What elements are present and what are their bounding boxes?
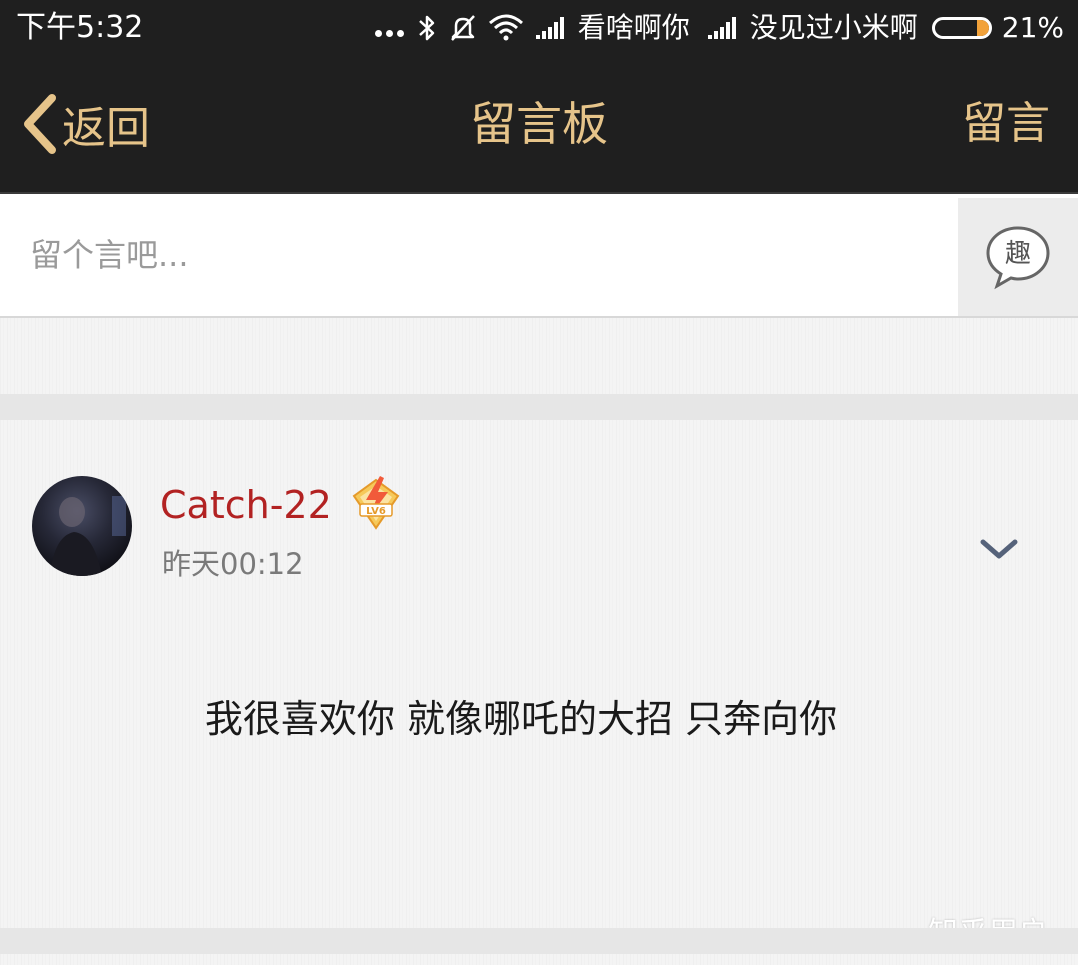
signal-icon — [707, 17, 736, 39]
screen: 下午5:32 看啥啊你 没见过小米啊 21% 返回 留言板 留言 留个言吧...… — [0, 0, 1078, 965]
avatar[interactable] — [32, 476, 132, 576]
mute-bell-icon — [450, 15, 475, 41]
page-title: 留言板 — [470, 97, 608, 151]
fun-sticker-button[interactable]: 趣 — [958, 198, 1078, 316]
expand-button[interactable] — [974, 530, 1024, 570]
level-badge-icon: LV6 — [346, 474, 406, 534]
wifi-icon — [488, 14, 523, 41]
username[interactable]: Catch-22 — [160, 480, 332, 530]
composer-row: 趣 — [0, 194, 1078, 318]
level-badge-text: LV6 — [366, 506, 386, 517]
carrier-1-label: 看啥啊你 — [577, 11, 690, 44]
signal-icon — [535, 17, 564, 39]
divider — [0, 394, 1078, 420]
avatar-image — [32, 476, 132, 576]
post-message-button[interactable]: 留言 — [962, 88, 1050, 160]
battery-icon — [931, 17, 992, 39]
status-time: 下午5:32 — [16, 10, 144, 45]
message-card: Catch-22 LV6 昨天00:12 我很喜欢你 就像哪吒的大招 只奔向你 … — [0, 420, 1078, 951]
carrier-2-label: 没见过小米啊 — [749, 11, 918, 44]
message-text: 我很喜欢你 就像哪吒的大招 只奔向你 — [204, 697, 838, 741]
divider — [0, 928, 1078, 954]
status-icons: 看啥啊你 没见过小米啊 21% — [363, 10, 1064, 46]
fun-button-label: 趣 — [1005, 239, 1031, 269]
message-timestamp: 昨天00:12 — [162, 547, 304, 581]
message-input[interactable] — [0, 194, 956, 316]
battery-percent: 21% — [1001, 11, 1064, 44]
more-dots-icon — [373, 10, 406, 46]
status-bar: 下午5:32 看啥啊你 没见过小米啊 21% — [0, 0, 1078, 58]
speech-bubble-icon: 趣 — [986, 226, 1050, 290]
next-card-edge — [0, 954, 1078, 965]
spacer — [0, 318, 1078, 394]
battery-fill — [977, 20, 989, 36]
title-bar: 返回 留言板 留言 — [0, 58, 1078, 194]
chevron-down-icon — [980, 539, 1018, 559]
bluetooth-icon — [418, 15, 434, 41]
